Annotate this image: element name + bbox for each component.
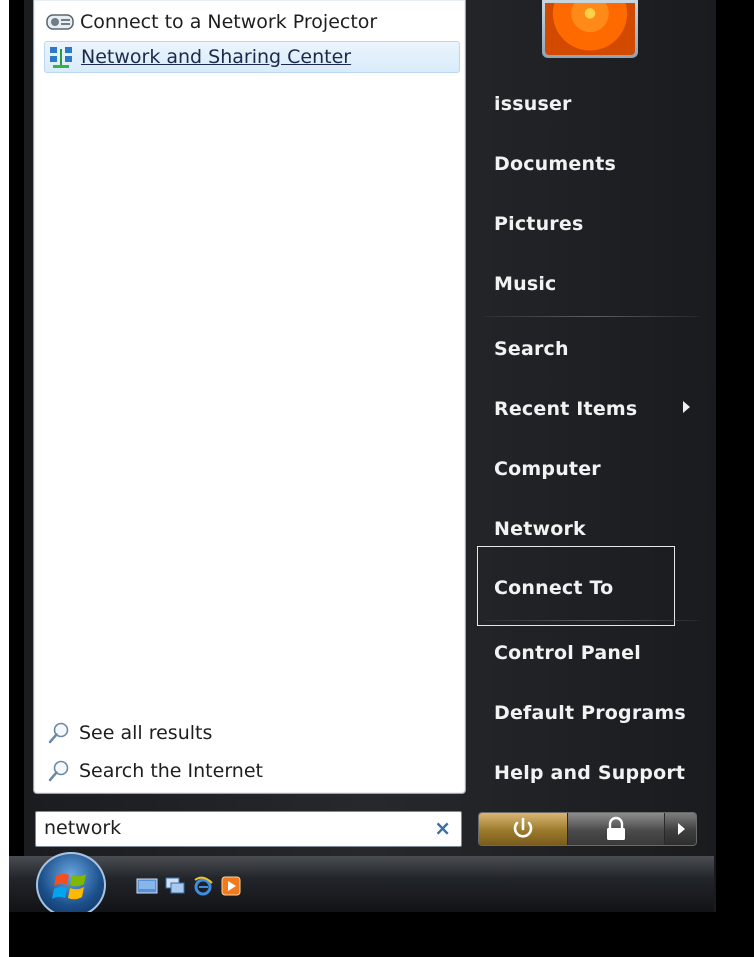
see-all-label: See all results (79, 722, 213, 744)
start-button[interactable] (36, 852, 106, 918)
search-magnifier-icon (48, 760, 70, 782)
right-item-control-panel[interactable]: Control Panel (494, 642, 641, 664)
clear-search-icon[interactable]: × (434, 816, 451, 840)
show-desktop-icon[interactable] (136, 875, 158, 897)
shutdown-options-button[interactable] (665, 813, 696, 845)
right-item-search[interactable]: Search (494, 338, 569, 360)
switch-windows-icon[interactable] (164, 875, 186, 897)
bottom-black-bar (9, 912, 754, 957)
projector-icon (46, 12, 74, 32)
result-network-sharing-center[interactable]: Network and Sharing Center (44, 41, 460, 73)
quick-launch-toolbar (136, 875, 242, 897)
right-pane-separator (484, 620, 700, 621)
search-internet-label: Search the Internet (79, 760, 263, 782)
taskbar (9, 856, 714, 912)
windows-logo-icon (52, 873, 86, 900)
submenu-arrow-icon (683, 401, 690, 413)
power-icon (513, 817, 533, 838)
start-search-input[interactable] (44, 816, 424, 840)
see-all-results-link[interactable]: See all results (48, 718, 212, 748)
result-connect-network-projector[interactable]: Connect to a Network Projector (46, 7, 377, 37)
right-item-default-programs[interactable]: Default Programs (494, 702, 686, 724)
result-label: Network and Sharing Center (81, 46, 352, 68)
right-item-music[interactable]: Music (494, 273, 557, 295)
lock-icon (607, 816, 625, 840)
right-item-computer[interactable]: Computer (494, 458, 601, 480)
lock-button[interactable] (568, 813, 664, 845)
right-item-help-support[interactable]: Help and Support (494, 762, 685, 784)
screen: Connect to a Network Projector Network a… (0, 0, 754, 957)
right-item-network[interactable]: Network (494, 518, 586, 540)
arrow-right-icon (678, 823, 685, 835)
power-button[interactable] (479, 813, 567, 845)
right-item-user[interactable]: issuser (494, 93, 572, 115)
start-search-box[interactable]: × (35, 811, 462, 847)
internet-explorer-icon[interactable] (192, 875, 214, 897)
result-label: Connect to a Network Projector (80, 11, 378, 33)
right-item-documents[interactable]: Documents (494, 153, 616, 175)
search-magnifier-icon (48, 722, 70, 744)
flower-picture (545, 3, 635, 55)
search-results-pane (33, 0, 466, 794)
network-icon (47, 47, 75, 68)
right-item-connect-to[interactable]: Connect To (494, 577, 613, 599)
media-player-icon[interactable] (220, 875, 242, 897)
right-item-recent-items[interactable]: Recent Items (494, 398, 637, 420)
user-avatar[interactable] (542, 0, 638, 58)
power-controls (478, 812, 697, 846)
right-pane-separator (484, 316, 700, 317)
search-internet-link[interactable]: Search the Internet (48, 756, 263, 786)
right-item-pictures[interactable]: Pictures (494, 213, 583, 235)
left-white-strip (0, 0, 9, 957)
